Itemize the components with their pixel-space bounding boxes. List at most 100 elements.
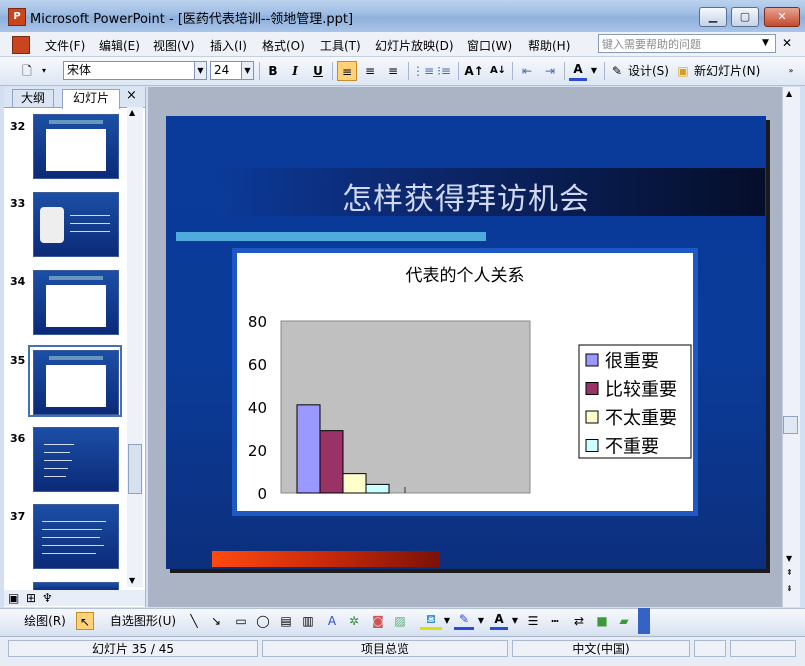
align-center-icon[interactable]: ≡ bbox=[360, 61, 380, 81]
menu-window[interactable]: 窗口(W) bbox=[467, 37, 512, 54]
toolbar-overflow-icon[interactable]: » bbox=[785, 61, 797, 81]
design-button[interactable]: 设计(S) bbox=[628, 61, 672, 81]
menu-edit[interactable]: 编辑(E) bbox=[99, 37, 140, 54]
legend-swatch bbox=[585, 439, 599, 452]
slide-number: 32 bbox=[10, 120, 26, 133]
arrow-tool-icon[interactable]: ↘ bbox=[208, 612, 224, 630]
toolbar-separator bbox=[512, 62, 513, 80]
chevron-down-icon[interactable]: ▼ bbox=[762, 38, 769, 48]
font-size-box[interactable]: 24 bbox=[210, 61, 242, 80]
slideshow-icon[interactable]: ♆ bbox=[42, 591, 53, 605]
scroll-down-icon[interactable]: ▼ bbox=[786, 554, 792, 563]
y-tick-label: 60 bbox=[248, 356, 267, 374]
new-slide-button[interactable]: 新幻灯片(N) bbox=[694, 61, 764, 81]
window-title: Microsoft PowerPoint - [医药代表培训--领地管理.ppt… bbox=[30, 12, 354, 27]
slide-number: 37 bbox=[10, 510, 26, 523]
bullet-list-icon[interactable]: ⁝≡ bbox=[434, 61, 454, 81]
document-icon[interactable] bbox=[12, 36, 30, 54]
main-scroll-thumb[interactable] bbox=[783, 416, 798, 434]
close-document-icon[interactable]: ✕ bbox=[782, 36, 792, 50]
close-button[interactable]: ✕ bbox=[764, 7, 800, 27]
font-size-dropdown-icon[interactable]: ▼ bbox=[241, 61, 254, 80]
line-color-dropdown-icon[interactable]: ▼ bbox=[476, 612, 486, 630]
increase-indent-icon[interactable]: ⇥ bbox=[540, 61, 560, 81]
help-search-input[interactable]: 键入需要帮助的问题 bbox=[598, 34, 776, 53]
autoshapes-menu-button[interactable]: 自选图形(U) bbox=[104, 612, 182, 630]
decrease-font-icon[interactable]: A↓ bbox=[488, 61, 508, 81]
menu-format[interactable]: 格式(O) bbox=[262, 37, 305, 54]
legend-swatch bbox=[585, 353, 599, 367]
maximize-button[interactable]: ▢ bbox=[731, 7, 759, 27]
normal-view-icon[interactable]: ▣ bbox=[8, 591, 19, 605]
legend-label: 不重要 bbox=[605, 437, 659, 458]
slide-thumbnail-34[interactable] bbox=[33, 270, 119, 335]
font-name-box[interactable]: 宋体 bbox=[63, 61, 195, 80]
picture-icon[interactable]: ▨ bbox=[392, 612, 408, 630]
underline-button[interactable]: U bbox=[309, 61, 327, 81]
clipart-icon[interactable]: ◙ bbox=[370, 612, 386, 630]
fill-color-icon[interactable]: ⛾ bbox=[420, 612, 442, 630]
diagram-icon[interactable]: ✲ bbox=[346, 612, 362, 630]
align-left-icon[interactable]: ≡ bbox=[337, 61, 357, 81]
rectangle-tool-icon[interactable]: ▭ bbox=[232, 612, 250, 630]
menu-tools[interactable]: 工具(T) bbox=[320, 37, 361, 54]
pane-scrollbar[interactable] bbox=[127, 107, 143, 587]
align-right-icon[interactable]: ≡ bbox=[383, 61, 403, 81]
decrease-indent-icon[interactable]: ⇤ bbox=[517, 61, 537, 81]
draw-menu-button[interactable]: 绘图(R) bbox=[20, 612, 70, 630]
font-color-icon[interactable]: A bbox=[569, 61, 587, 81]
powerpoint-app-icon[interactable]: P bbox=[8, 8, 26, 26]
toolbar-options-icon[interactable]: ▾ bbox=[39, 61, 49, 81]
toolbar-overflow-icon[interactable] bbox=[638, 608, 650, 634]
3d-style-icon[interactable]: ▰ bbox=[616, 612, 632, 630]
bold-button[interactable]: B bbox=[264, 61, 282, 81]
slide-thumbnail-33[interactable] bbox=[33, 192, 119, 257]
new-document-icon[interactable]: 🗋 bbox=[18, 61, 36, 81]
increase-font-icon[interactable]: A↑ bbox=[464, 61, 484, 81]
slide-sorter-icon[interactable]: ⊞ bbox=[26, 591, 36, 605]
previous-slide-icon[interactable]: ⇞ bbox=[786, 568, 793, 577]
slide-thumbnail-32[interactable] bbox=[33, 114, 119, 179]
slide-thumbnail-37[interactable] bbox=[33, 504, 119, 569]
chart-svg: 代表的个人关系 0 20 40 60 80 很重要比较重要不太重要不重要 bbox=[248, 266, 692, 503]
menu-slideshow[interactable]: 幻灯片放映(D) bbox=[375, 37, 454, 54]
dash-style-icon[interactable]: ┅ bbox=[546, 612, 564, 630]
oval-tool-icon[interactable]: ◯ bbox=[254, 612, 272, 630]
select-pointer-icon[interactable]: ↖ bbox=[76, 612, 94, 630]
scroll-up-icon[interactable]: ▲ bbox=[786, 89, 792, 98]
shadow-style-icon[interactable]: ■ bbox=[594, 612, 610, 630]
tab-outline[interactable]: 大纲 bbox=[12, 89, 54, 107]
vertical-textbox-icon[interactable]: ▥ bbox=[300, 612, 316, 630]
minimize-button[interactable]: ▁ bbox=[699, 7, 727, 27]
pane-scroll-thumb[interactable] bbox=[128, 444, 142, 494]
scroll-up-icon[interactable]: ▲ bbox=[129, 108, 135, 117]
menu-help[interactable]: 帮助(H) bbox=[528, 37, 570, 54]
status-empty-cell bbox=[694, 640, 726, 657]
text-color-dropdown-icon[interactable]: ▼ bbox=[510, 612, 520, 630]
font-name-dropdown-icon[interactable]: ▼ bbox=[194, 61, 207, 80]
y-tick-label: 0 bbox=[257, 485, 267, 503]
text-color-icon[interactable]: A bbox=[490, 612, 508, 630]
line-style-icon[interactable]: ☰ bbox=[524, 612, 542, 630]
menu-view[interactable]: 视图(V) bbox=[153, 37, 195, 54]
menu-insert[interactable]: 插入(I) bbox=[210, 37, 247, 54]
slide-thumbnail-36[interactable] bbox=[33, 427, 119, 492]
arrow-style-icon[interactable]: ⇄ bbox=[570, 612, 588, 630]
scroll-down-icon[interactable]: ▼ bbox=[129, 576, 135, 585]
fill-color-dropdown-icon[interactable]: ▼ bbox=[442, 612, 452, 630]
tab-slides[interactable]: 幻灯片 bbox=[62, 89, 120, 109]
main-scrollbar[interactable] bbox=[782, 87, 800, 607]
close-pane-icon[interactable]: × bbox=[126, 88, 137, 103]
line-color-icon[interactable]: ✎ bbox=[454, 612, 474, 630]
numbered-list-icon[interactable]: ⋮≡ bbox=[412, 61, 434, 81]
slide-number: 36 bbox=[10, 432, 26, 445]
italic-button[interactable]: I bbox=[286, 61, 304, 81]
textbox-tool-icon[interactable]: ▤ bbox=[278, 612, 294, 630]
slide-title[interactable]: 怎样获得拜访机会 bbox=[166, 174, 766, 218]
font-color-dropdown-icon[interactable]: ▼ bbox=[589, 61, 599, 81]
slide-thumbnail-35[interactable] bbox=[33, 350, 119, 415]
menu-file[interactable]: 文件(F) bbox=[45, 37, 85, 54]
wordart-icon[interactable]: A bbox=[324, 612, 340, 630]
line-tool-icon[interactable]: ╲ bbox=[186, 612, 202, 630]
next-slide-icon[interactable]: ⇟ bbox=[786, 584, 793, 593]
